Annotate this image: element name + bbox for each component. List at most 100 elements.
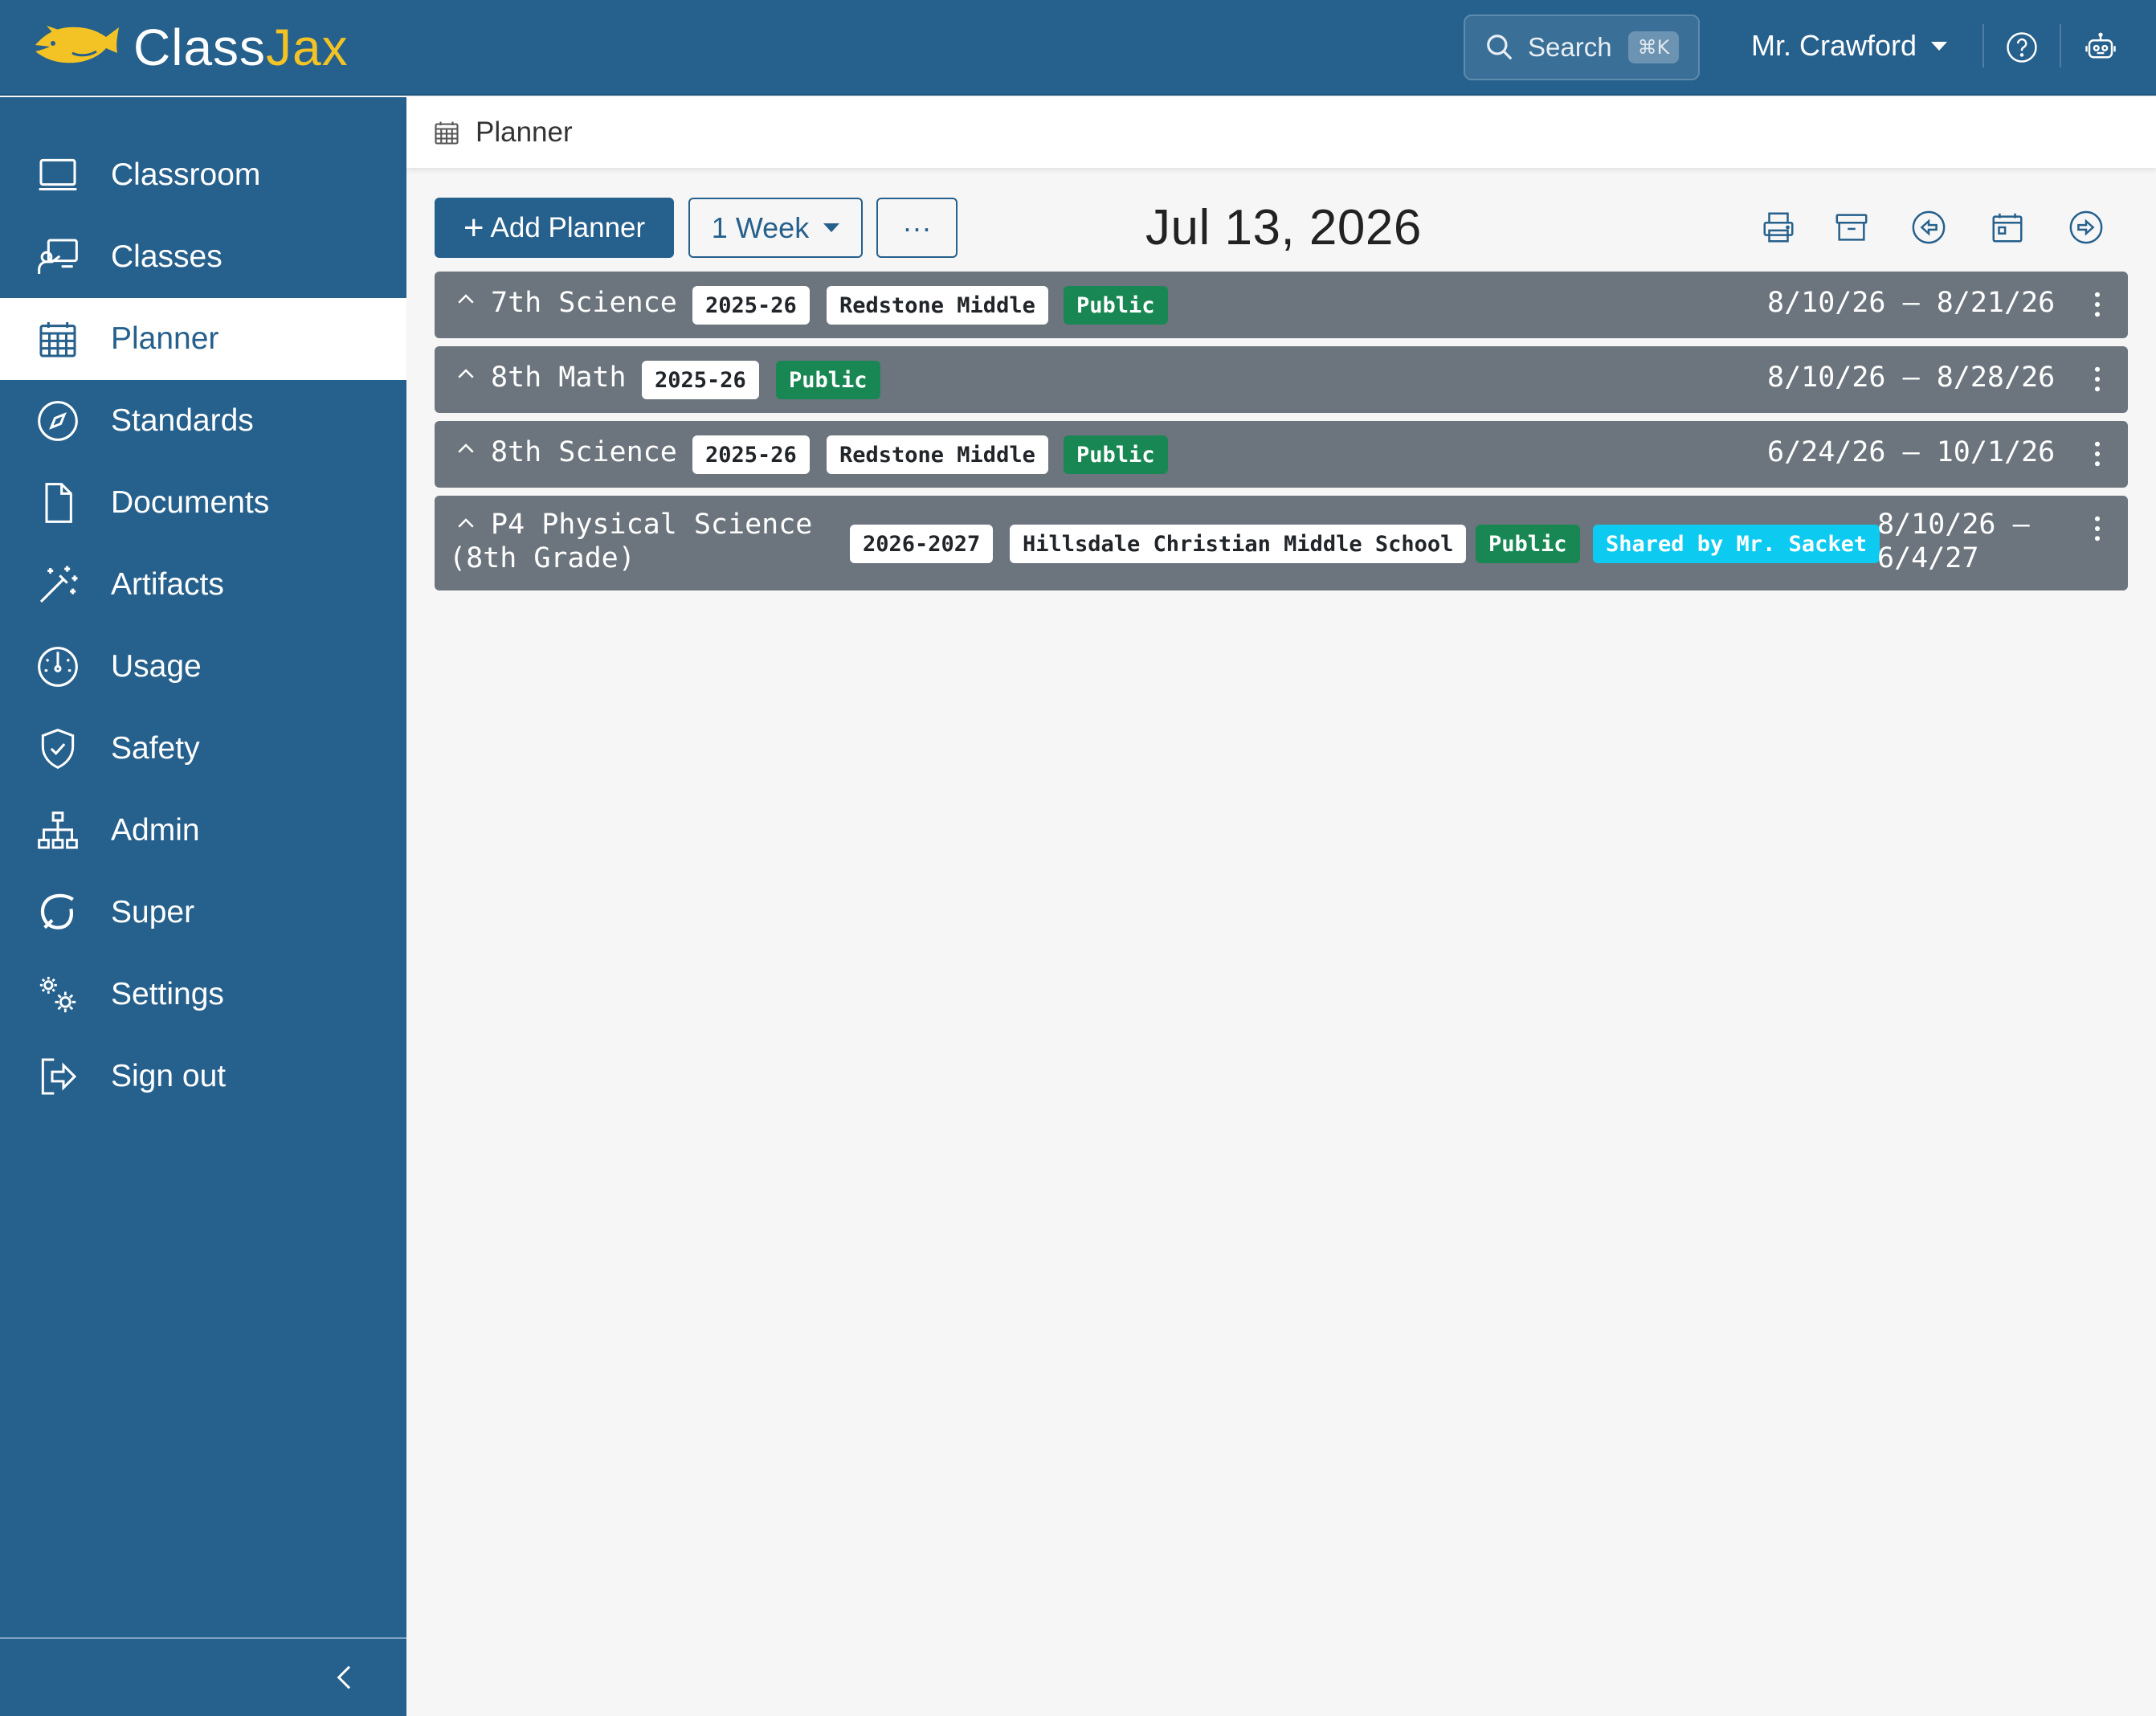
chevron-up-icon[interactable] [454,437,478,461]
document-icon [45,483,72,523]
speedometer-icon [38,647,78,687]
kebab-menu-icon[interactable] [2093,440,2102,468]
sidebar-item-label: Usage [111,649,202,684]
add-planner-label: Add Planner [490,211,646,243]
planner-dates: 8/10/26 – 8/21/26 [1767,287,2056,319]
archive-icon[interactable] [1833,209,1870,246]
sidebar-item-super[interactable]: Super [0,872,406,954]
robot-icon[interactable] [2084,31,2117,64]
chevron-down-icon [1931,41,1948,51]
logo-text-class: Class [133,18,267,76]
visibility-badge: Public [776,361,880,399]
year-badge: 2026-2027 [850,525,994,563]
printer-icon[interactable] [1760,209,1797,246]
range-select-dropdown[interactable]: 1 Week [688,198,863,258]
sidebar-item-standards[interactable]: Standards [0,380,406,462]
more-options-label: ··· [902,210,932,244]
sidebar-item-label: Classes [111,239,223,274]
planner-dates: 6/24/26 – 10/1/26 [1767,436,2056,468]
visibility-badge: Public [1064,286,1168,325]
sidebar-item-safety[interactable]: Safety [0,708,406,790]
top-navbar: ClassJax Search ⌘K Mr. Crawford [0,0,2156,96]
sidebar-item-admin[interactable]: Admin [0,790,406,872]
divider [2060,24,2061,67]
planner-row[interactable]: P4 Physical Science (8th Grade) 2026-202… [435,496,2128,590]
calendar-today-icon[interactable] [1989,209,2026,246]
planner-title[interactable]: 8th Science [491,435,677,469]
calendar-icon [435,121,459,145]
sidebar-item-label: Classroom [111,157,261,192]
sign-out-icon [41,1058,77,1095]
sidebar-item-classroom[interactable]: Classroom [0,134,406,216]
planner-title[interactable]: 8th Math [491,361,627,394]
sidebar-item-label: Settings [111,977,224,1011]
search-button[interactable]: Search ⌘K [1464,14,1700,80]
planner-title[interactable]: P4 Physical Science (8th Grade) [449,508,812,575]
sidebar-item-label: Super [111,895,195,930]
planner-row[interactable]: 8th Science 2025-26 Redstone Middle Publ… [435,421,2128,488]
kebab-menu-icon[interactable] [2093,291,2102,318]
sidebar-item-label: Admin [111,813,200,848]
planner-title[interactable]: 7th Science [491,286,677,320]
logo-text-jax: Jax [266,18,349,76]
chevron-up-icon[interactable] [454,362,478,386]
year-badge: 2025-26 [642,361,759,399]
kebab-menu-icon[interactable] [2093,515,2102,542]
sidebar-item-artifacts[interactable]: Artifacts [0,544,406,626]
user-menu-dropdown[interactable]: Mr. Crawford [1751,29,1948,63]
sidebar-item-documents[interactable]: Documents [0,462,406,544]
sidebar-item-sign-out[interactable]: Sign out [0,1036,406,1117]
gears-icon [39,976,76,1013]
magic-wand-icon [39,566,78,603]
sidebar-item-label: Artifacts [111,567,224,602]
visibility-badge: Public [1476,525,1580,563]
range-select-label: 1 Week [711,210,810,244]
sidebar-item-planner[interactable]: Planner [0,298,406,380]
year-badge: 2025-26 [692,286,810,325]
brand-logo[interactable]: ClassJax [32,21,349,74]
planner-row[interactable]: 7th Science 2025-26 Redstone Middle Publ… [435,272,2128,338]
next-arrow-circle-icon[interactable] [2068,209,2105,246]
user-name: Mr. Crawford [1751,29,1917,62]
compass-icon [38,401,78,441]
loop-icon [40,893,74,930]
school-badge: Hillsdale Christian Middle School [1010,525,1467,563]
shared-by-badge: Shared by Mr. Sacket [1593,525,1880,563]
breadcrumb-label: Planner [476,116,573,148]
sidebar-item-usage[interactable]: Usage [0,626,406,708]
planner-dates: 8/10/26 – 8/28/26 [1767,362,2056,394]
shield-check-icon [41,729,75,769]
add-planner-button[interactable]: + Add Planner [435,198,674,258]
help-icon[interactable] [2005,31,2039,64]
chevron-left-icon[interactable] [329,1661,361,1694]
year-badge: 2025-26 [692,435,810,474]
sidebar-item-label: Standards [111,403,254,438]
monitor-icon [39,158,77,191]
teacher-board-icon [38,239,78,274]
kebab-menu-icon[interactable] [2093,366,2102,393]
divider [1982,24,1984,67]
plus-icon: + [463,207,484,247]
current-date-title: Jul 13, 2026 [1145,200,1422,255]
sidebar-footer [0,1637,406,1716]
sidebar-item-classes[interactable]: Classes [0,216,406,298]
sidebar-item-label: Documents [111,485,270,520]
chevron-down-icon [823,223,840,232]
sidebar-item-label: Safety [111,731,200,766]
fish-logo-icon [35,26,119,63]
search-shortcut: ⌘K [1627,31,1680,63]
calendar-icon [39,322,76,358]
breadcrumb: Planner [406,97,2156,168]
school-badge: Redstone Middle [827,435,1048,474]
search-icon [1487,35,1513,60]
search-label: Search [1528,32,1612,62]
planner-dates: 8/10/26 – 6/4/27 [1877,509,2030,574]
school-badge: Redstone Middle [827,286,1048,325]
planner-row[interactable]: 8th Math 2025-26 Public 8/10/26 – 8/28/2… [435,346,2128,413]
chevron-up-icon[interactable] [454,288,478,312]
sidebar-item-label: Planner [111,321,219,356]
sidebar-item-settings[interactable]: Settings [0,954,406,1036]
more-options-button[interactable]: ··· [876,198,958,258]
previous-arrow-circle-icon[interactable] [1910,209,1947,246]
org-chart-icon [38,811,78,849]
